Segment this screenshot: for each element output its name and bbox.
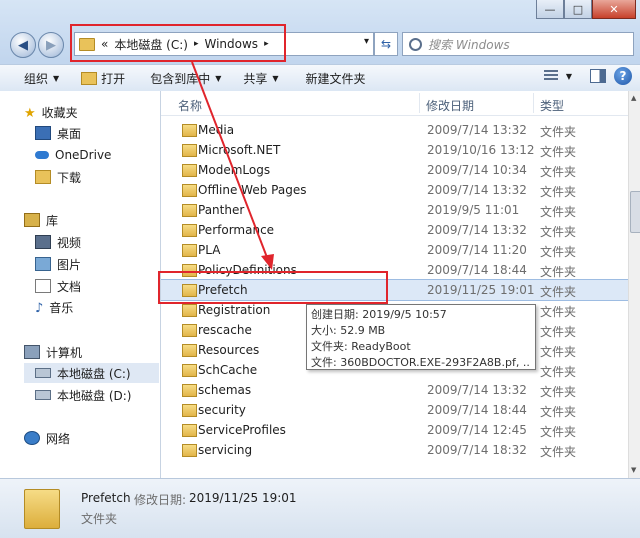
arrow-head-icon	[261, 254, 274, 270]
details-date-label: 修改日期:	[134, 493, 187, 507]
details-name: Prefetch	[81, 491, 131, 505]
explorer-window: — □ ✕ ◀ ▶ « 本地磁盘 (C:) ▸ Windows ▸ ▾ ⇆ 搜索…	[0, 0, 640, 538]
arrow-line	[191, 61, 269, 261]
details-type: 文件夹	[81, 512, 118, 526]
folder-icon	[24, 489, 60, 529]
details-date-value: 2019/11/25 19:01	[189, 491, 297, 505]
details-pane: Prefetch 修改日期: 2019/11/25 19:01 文件夹	[0, 478, 640, 538]
annotation-arrow	[191, 61, 274, 270]
